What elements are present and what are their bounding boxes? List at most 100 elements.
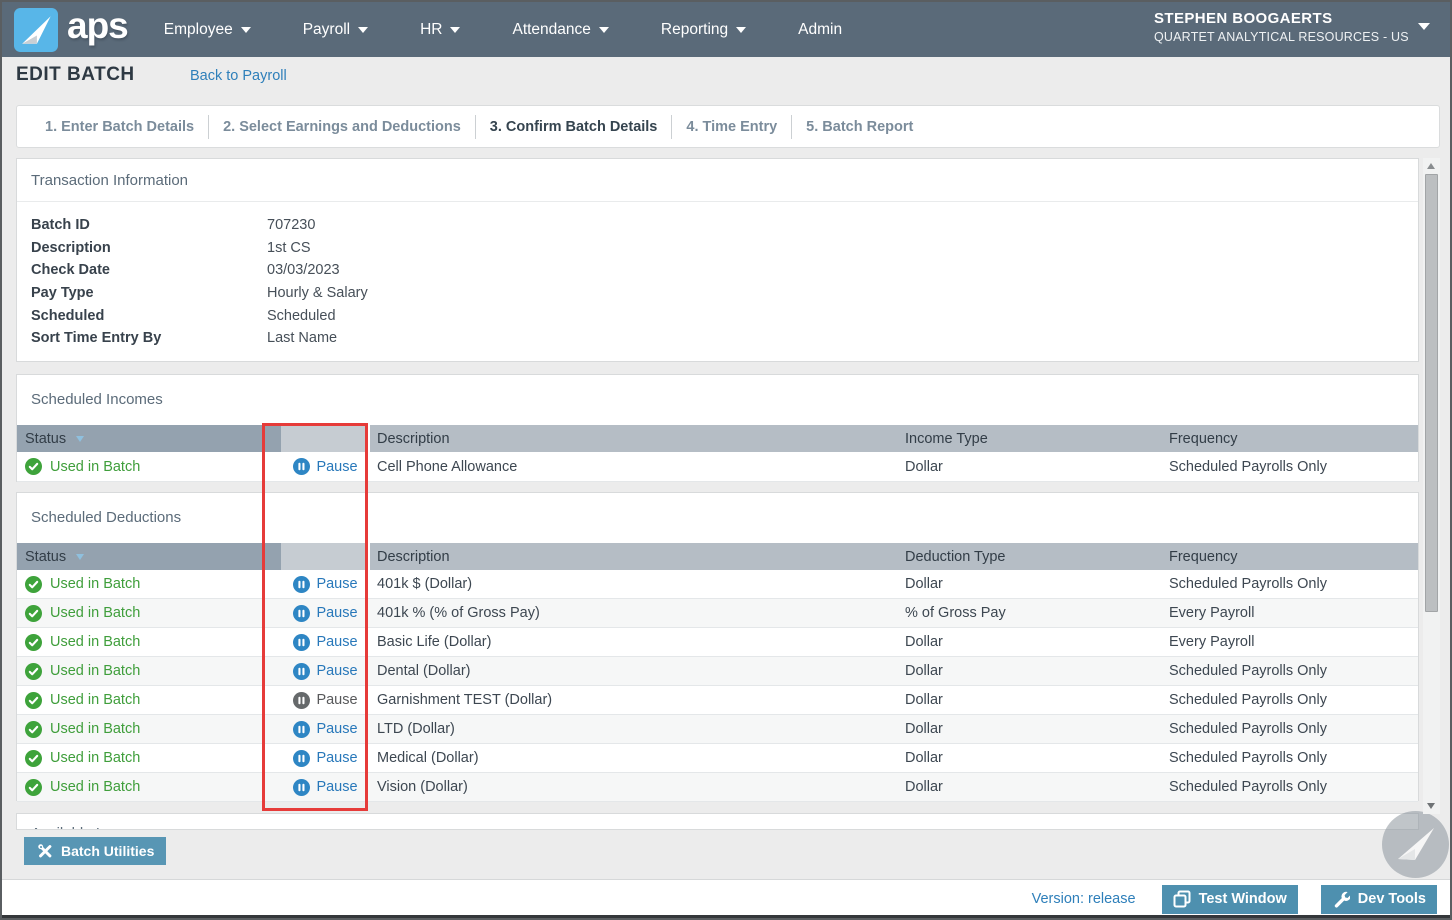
check-circle-icon [25, 663, 42, 680]
step-tab-1[interactable]: 1. Enter Batch Details [31, 119, 208, 135]
frequency-cell: Scheduled Payrolls Only [1167, 570, 1418, 598]
user-menu-chevron-down-icon[interactable] [1418, 23, 1430, 30]
nav-item-employee[interactable]: Employee [164, 21, 251, 39]
check-circle-icon [25, 750, 42, 767]
pause-button[interactable]: Pause [281, 657, 370, 685]
aps-logo[interactable]: aps [14, 7, 128, 52]
chevron-down-icon [736, 27, 746, 33]
footer: Version: release Test Window Dev Tools [2, 879, 1450, 918]
column-header-description[interactable]: Description [370, 425, 903, 452]
frequency-cell: Scheduled Payrolls Only [1167, 773, 1418, 801]
column-header-description[interactable]: Description [370, 543, 903, 570]
used-in-batch-label: Used in Batch [50, 750, 140, 766]
check-circle-icon [25, 605, 42, 622]
step-tab-4[interactable]: 4. Time Entry [672, 119, 791, 135]
paper-plane-icon [14, 8, 58, 52]
column-header-deduction-type[interactable]: Deduction Type [903, 543, 1167, 570]
step-tab-2[interactable]: 2. Select Earnings and Deductions [209, 119, 475, 135]
pause-button[interactable]: Pause [281, 570, 370, 598]
pause-button[interactable]: Pause [281, 452, 370, 481]
step-tab-3[interactable]: 3. Confirm Batch Details [476, 119, 672, 135]
column-header-status-label: Status [25, 431, 66, 447]
aps-watermark-logo [1382, 811, 1449, 878]
check-circle-icon [25, 576, 42, 593]
test-window-button[interactable]: Test Window [1162, 885, 1298, 914]
pause-circle-icon [293, 721, 310, 738]
batch-utilities-button[interactable]: Batch Utilities [24, 837, 166, 865]
chevron-down-icon [358, 27, 368, 33]
description-cell: Garnishment TEST (Dollar) [370, 686, 903, 714]
status-cell: Used in Batch [17, 628, 281, 656]
type-cell: Dollar [903, 744, 1167, 772]
field-value: 707230 [267, 217, 315, 233]
check-circle-icon [25, 458, 42, 475]
column-header-status-label: Status [25, 549, 66, 565]
status-cell: Used in Batch [17, 686, 281, 714]
type-cell: % of Gross Pay [903, 599, 1167, 627]
used-in-batch-label: Used in Batch [50, 692, 140, 708]
pause-button[interactable]: Pause [281, 628, 370, 656]
table-row: Used in BatchPauseCell Phone AllowanceDo… [17, 452, 1418, 482]
transaction-field-row: Batch ID707230 [17, 214, 1418, 237]
dev-tools-button[interactable]: Dev Tools [1321, 885, 1437, 914]
nav-item-reporting[interactable]: Reporting [661, 21, 746, 39]
description-cell: Vision (Dollar) [370, 773, 903, 801]
pause-label: Pause [316, 459, 357, 475]
status-cell: Used in Batch [17, 570, 281, 598]
table-row: Used in BatchPauseBasic Life (Dollar)Dol… [17, 628, 1418, 657]
pause-button[interactable]: Pause [281, 744, 370, 772]
column-header-status[interactable]: Status [17, 425, 281, 452]
chevron-down-icon [599, 27, 609, 33]
nav-item-payroll[interactable]: Payroll [303, 21, 368, 39]
field-label: Scheduled [17, 308, 267, 324]
pause-button[interactable]: Pause [281, 773, 370, 801]
field-label: Description [17, 240, 267, 256]
used-in-batch-label: Used in Batch [50, 634, 140, 650]
nav-item-label: Payroll [303, 21, 350, 39]
column-header-pause-empty [281, 543, 370, 570]
pause-label: Pause [316, 779, 357, 795]
nav-item-label: Attendance [512, 21, 590, 39]
transaction-field-row: Description1st CS [17, 237, 1418, 260]
section-title-scheduled-incomes: Scheduled Incomes [17, 375, 1418, 425]
transaction-information-section: Transaction Information Batch ID707230De… [16, 158, 1419, 362]
column-header-frequency[interactable]: Frequency [1167, 425, 1418, 452]
incomes-table-header: Status Description Income Type Frequency [17, 425, 1418, 452]
available-incomes-section-clipped: Available Incomes [16, 813, 1419, 830]
user-menu[interactable]: STEPHEN BOOGAERTS QUARTET ANALYTICAL RES… [1154, 10, 1409, 44]
nav-item-attendance[interactable]: Attendance [512, 21, 608, 39]
status-cell: Used in Batch [17, 744, 281, 772]
window-bottom-edge [2, 915, 1450, 918]
column-header-status[interactable]: Status [17, 543, 281, 570]
column-header-income-type[interactable]: Income Type [903, 425, 1167, 452]
nav-item-label: Reporting [661, 21, 728, 39]
crossed-tools-icon [36, 842, 54, 860]
vertical-scrollbar[interactable] [1423, 158, 1440, 814]
nav-item-admin[interactable]: Admin [798, 21, 842, 39]
scrollbar-thumb[interactable] [1425, 174, 1438, 612]
check-circle-icon [25, 634, 42, 651]
scroll-up-arrow-icon[interactable] [1427, 163, 1435, 169]
sort-caret-down-icon [76, 436, 84, 442]
deductions-table-header: Status Description Deduction Type Freque… [17, 543, 1418, 570]
field-label: Sort Time Entry By [17, 330, 267, 346]
description-cell: 401k % (% of Gross Pay) [370, 599, 903, 627]
table-row: Used in Batch PauseGarnishment TEST (Doll… [17, 686, 1418, 715]
table-row: Used in BatchPauseVision (Dollar)DollarS… [17, 773, 1418, 802]
scroll-down-arrow-icon[interactable] [1427, 803, 1435, 809]
pause-button[interactable]: Pause [281, 686, 370, 714]
frequency-cell: Scheduled Payrolls Only [1167, 744, 1418, 772]
column-header-frequency[interactable]: Frequency [1167, 543, 1418, 570]
pause-button[interactable]: Pause [281, 599, 370, 627]
pause-label: Pause [316, 663, 357, 679]
field-value: 03/03/2023 [267, 262, 340, 278]
table-row: Used in BatchPauseMedical (Dollar)Dollar… [17, 744, 1418, 773]
back-to-payroll-link[interactable]: Back to Payroll [190, 68, 287, 84]
description-cell: Basic Life (Dollar) [370, 628, 903, 656]
nav-item-hr[interactable]: HR [420, 21, 460, 39]
step-tab-5[interactable]: 5. Batch Report [792, 119, 927, 135]
check-circle-icon [25, 779, 42, 796]
table-row: Used in BatchPause401k % (% of Gross Pay… [17, 599, 1418, 628]
pause-circle-icon [293, 576, 310, 593]
pause-button[interactable]: Pause [281, 715, 370, 743]
